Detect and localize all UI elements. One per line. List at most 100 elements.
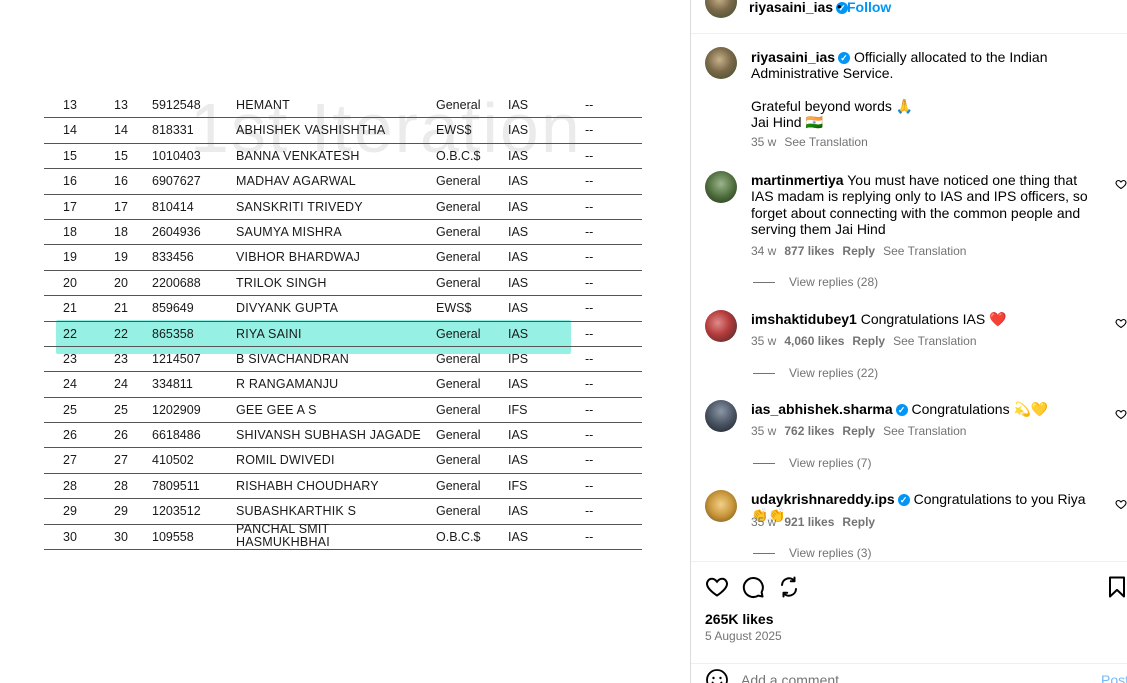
post-actions-bar: 265K likes 5 August 2025 Post	[691, 561, 1127, 683]
table-cell-service: IAS	[508, 224, 529, 239]
table-cell-roll: 410502	[152, 453, 194, 468]
table-cell-dash: --	[585, 351, 594, 366]
comment-time: 35 w	[751, 334, 777, 348]
comment-reply-button[interactable]: Reply	[842, 424, 875, 438]
like-comment-heart-icon[interactable]	[1115, 498, 1127, 510]
table-cell-service: IAS	[508, 199, 529, 214]
view-replies-button[interactable]: View replies (3)	[753, 546, 871, 560]
comment-username[interactable]: martinmertiya	[751, 172, 844, 188]
comment-see-translation[interactable]: See Translation	[883, 244, 966, 258]
table-cell-name: TRILOK SINGH	[236, 275, 327, 290]
view-replies-button[interactable]: View replies (28)	[753, 275, 878, 289]
table-cell-category: General	[436, 275, 481, 290]
table-cell-rank: 30	[114, 529, 128, 544]
table-cell-sn: 20	[63, 275, 77, 290]
table-cell-roll: 109558	[152, 529, 194, 544]
comment-likes[interactable]: 762 likes	[784, 424, 834, 438]
table-row: 21 21 859649 DIVYANK GUPTA EWS$ IAS --	[44, 296, 642, 322]
table-cell-dash: --	[585, 224, 594, 239]
save-icon[interactable]	[1105, 575, 1127, 599]
caption-meta: 35 w See Translation	[751, 135, 876, 149]
like-comment-heart-icon[interactable]	[1115, 408, 1127, 420]
table-cell-dash: --	[585, 478, 594, 493]
comment-text: ias_abhishek.sharma ✓ Congratulations 💫💛	[751, 401, 1103, 417]
table-cell-roll: 2604936	[152, 224, 201, 239]
emoji-icon[interactable]	[705, 668, 729, 683]
table-row: 26 26 6618486 SHIVANSH SUBHASH JAGADE Genera…	[44, 423, 642, 449]
comment-avatar[interactable]	[705, 490, 737, 522]
table-cell-roll: 6618486	[152, 428, 201, 443]
table-cell-service: IAS	[508, 428, 529, 443]
table-cell-dash: --	[585, 275, 594, 290]
comment-see-translation[interactable]: See Translation	[883, 424, 966, 438]
table-cell-name: RIYA SAINI	[236, 326, 302, 341]
table-cell-service: IAS	[508, 301, 529, 316]
table-row: 16 16 6907627 MADHAV AGARWAL General IAS --	[44, 169, 642, 195]
comment-icon[interactable]	[741, 575, 765, 599]
replies-divider	[753, 553, 775, 555]
like-comment-heart-icon[interactable]	[1115, 178, 1127, 190]
caption-avatar[interactable]	[705, 47, 737, 79]
table-cell-name: SUBASHKARTHIK S	[236, 504, 357, 519]
comment-reply-button[interactable]: Reply	[842, 515, 875, 529]
comment-likes[interactable]: 877 likes	[784, 244, 834, 258]
heart-icon[interactable]	[705, 575, 729, 599]
caption-time: 35 w	[751, 135, 777, 149]
table-cell-sn: 18	[63, 224, 77, 239]
view-replies-label[interactable]: View replies (3)	[789, 546, 871, 560]
table-cell-name: GEE GEE A S	[236, 402, 317, 417]
table-cell-category: General	[436, 224, 481, 239]
comment-avatar[interactable]	[705, 400, 737, 432]
post-comment-button[interactable]: Post	[1101, 672, 1127, 683]
table-cell-roll: 2200688	[152, 275, 201, 290]
table-cell-category: General	[436, 98, 481, 112]
comment-text: martinmertiya You must have noticed one …	[751, 172, 1103, 237]
add-comment-input[interactable]	[741, 672, 1071, 683]
comment-see-translation[interactable]: See Translation	[893, 334, 976, 348]
table-cell-name: PANCHAL SMIT HASMUKHBHAI	[236, 521, 330, 549]
likes-count[interactable]: 265K likes	[705, 611, 774, 627]
table-cell-dash: --	[585, 377, 594, 392]
comment-likes[interactable]: 4,060 likes	[784, 334, 844, 348]
caption-see-translation[interactable]: See Translation	[784, 135, 867, 149]
table-cell-category: O.B.C.$	[436, 148, 481, 163]
comment-time: 35 w	[751, 515, 777, 529]
view-replies-label[interactable]: View replies (28)	[789, 275, 878, 289]
table-cell-sn: 17	[63, 199, 77, 214]
table-cell-category: General	[436, 402, 481, 417]
comment-likes[interactable]: 921 likes	[784, 515, 834, 529]
comment-meta: 35 w 762 likes Reply See Translation	[751, 424, 974, 438]
more-options-icon[interactable]: •••	[1105, 0, 1116, 5]
table-cell-name: R RANGAMANJU	[236, 377, 339, 392]
share-icon[interactable]	[777, 575, 801, 599]
table-row: 23 23 1214507 B SIVACHANDRAN General IPS --	[44, 347, 642, 373]
like-comment-heart-icon[interactable]	[1115, 317, 1127, 329]
author-username-text[interactable]: riyasaini_ias	[749, 0, 833, 15]
view-replies-label[interactable]: View replies (22)	[789, 366, 878, 380]
comment-avatar[interactable]	[705, 310, 737, 342]
comment-username[interactable]: ias_abhishek.sharma	[751, 401, 893, 417]
caption-username[interactable]: riyasaini_ias	[751, 49, 835, 65]
comments-list[interactable]: riyasaini_ias ✓ Officially allocated to t…	[691, 35, 1127, 561]
table-cell-category: General	[436, 377, 481, 392]
view-replies-button[interactable]: View replies (22)	[753, 366, 878, 380]
table-row: 15 15 1010403 BANNA VENKATESH O.B.C.$ IAS --	[44, 144, 642, 170]
comment-username[interactable]: imshaktidubey1	[751, 311, 857, 327]
table-cell-sn: 13	[63, 98, 77, 112]
author-username[interactable]: riyasaini_ias ✓	[749, 0, 849, 15]
verified-badge-icon: ✓	[838, 52, 851, 64]
table-cell-sn: 29	[63, 504, 77, 519]
follow-button[interactable]: Follow	[847, 0, 891, 15]
view-replies-label[interactable]: View replies (7)	[789, 456, 871, 470]
table-cell-name: ABHISHEK VASHISHTHA	[236, 123, 386, 138]
caption-text: riyasaini_ias ✓ Officially allocated to t…	[751, 49, 1103, 82]
author-avatar[interactable]	[705, 0, 737, 18]
comment-username[interactable]: udaykrishnareddy.ips	[751, 491, 895, 507]
view-replies-button[interactable]: View replies (7)	[753, 456, 871, 470]
comment-reply-button[interactable]: Reply	[842, 244, 875, 258]
verified-badge-icon: ✓	[897, 494, 910, 506]
comment-reply-button[interactable]: Reply	[852, 334, 885, 348]
comment-meta: 35 w 4,060 likes Reply See Translation	[751, 334, 985, 348]
table-cell-roll: 7809511	[152, 478, 200, 493]
comment-avatar[interactable]	[705, 171, 737, 203]
